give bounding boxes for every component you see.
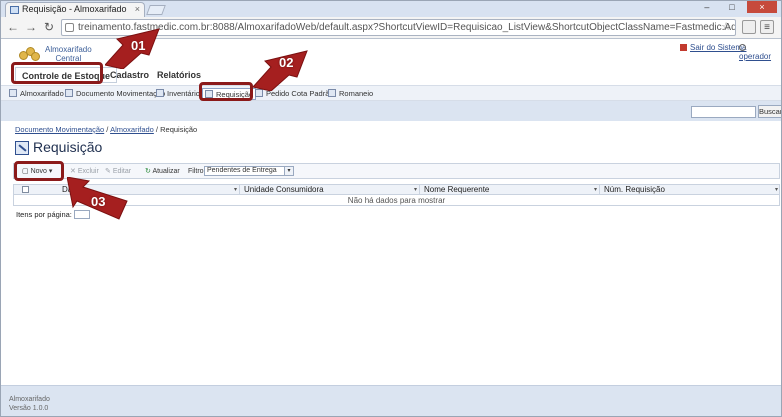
extension-icon[interactable] — [742, 20, 756, 34]
filter-select[interactable]: Pendentes de Entrega ▾ — [204, 166, 294, 176]
submenu-item-romaneio[interactable]: Romaneio — [328, 88, 373, 100]
select-all-checkbox[interactable] — [22, 186, 29, 193]
highlight-box-02 — [199, 82, 253, 101]
column-nome-requerente[interactable]: Nome Requerente ▾ — [420, 185, 600, 195]
menu-relatorios[interactable]: Relatórios — [157, 67, 201, 83]
browser-window: Requisição - Almoxarifado × – □ × ← → ↻ … — [0, 0, 782, 417]
filter-dropdown-icon[interactable]: ▾ — [775, 185, 778, 195]
forward-arrow-icon[interactable]: → — [23, 19, 39, 35]
shipping-icon — [328, 89, 336, 97]
highlight-box-03 — [14, 161, 64, 181]
logout-icon — [680, 44, 687, 51]
breadcrumb: Documento Movimentação / Almoxarifado / … — [15, 125, 198, 134]
requisition-icon — [15, 141, 29, 155]
bookmark-star-icon[interactable]: ☆ — [721, 20, 731, 35]
inventory-icon — [156, 89, 164, 97]
breadcrumb-documento-movimentacao[interactable]: Documento Movimentação — [15, 125, 104, 134]
footer-version: Versão 1.0.0 — [9, 405, 49, 412]
refresh-icon: ↻ — [145, 168, 151, 175]
page-favicon-icon — [10, 6, 19, 14]
column-unidade-consumidora[interactable]: Unidade Consumidora ▾ — [240, 185, 420, 195]
coins-logo-icon — [19, 45, 41, 61]
logout-link[interactable]: Sair do Sistema — [680, 43, 746, 52]
wrench-menu-icon[interactable]: ≡ — [760, 20, 774, 34]
box-icon — [9, 89, 17, 97]
minimize-icon[interactable]: – — [697, 1, 717, 13]
chevron-down-icon: ▾ — [284, 167, 293, 175]
refresh-button[interactable]: ↻ Atualizar — [145, 166, 180, 177]
filter-dropdown-icon[interactable]: ▾ — [414, 185, 417, 195]
callout-label-01: 01 — [131, 38, 146, 53]
user-icon — [739, 44, 746, 51]
url-text: treinamento.fastmedic.com.br:8088/Almoxa… — [78, 22, 736, 33]
page-title: Requisição — [33, 139, 103, 155]
menu-cadastro[interactable]: Cadastro — [110, 67, 149, 83]
delete-button[interactable]: ✕ Excluir — [70, 166, 99, 177]
callout-label-02: 02 — [279, 55, 294, 70]
submenu-item-almoxarifado[interactable]: Almoxarifado — [9, 88, 64, 100]
new-tab-button[interactable] — [146, 5, 166, 15]
search-row — [1, 101, 781, 121]
submenu-item-documento-movimentacao[interactable]: Documento Movimentação — [65, 88, 165, 100]
reload-icon[interactable]: ↻ — [41, 19, 57, 35]
window-controls: – □ × — [695, 1, 777, 15]
filter-label: Filtro — [188, 168, 204, 175]
filter-dropdown-icon[interactable]: ▾ — [234, 185, 237, 195]
tab-strip: Requisição - Almoxarifado × – □ × — [1, 1, 781, 17]
submenu-bar: Almoxarifado Documento Movimentação Inve… — [1, 85, 781, 101]
column-num-requisicao[interactable]: Núm. Requisição ▾ — [600, 185, 780, 195]
breadcrumb-current: Requisição — [160, 125, 198, 134]
tab-title: Requisição - Almoxarifado — [22, 4, 127, 14]
search-input[interactable] — [691, 106, 756, 118]
tab-close-icon[interactable]: × — [135, 3, 140, 16]
maximize-icon[interactable]: □ — [722, 1, 742, 13]
user-link[interactable]: operador — [739, 43, 781, 61]
browser-tab[interactable]: Requisição - Almoxarifado × — [5, 2, 145, 17]
content-area — [1, 121, 781, 385]
filter-dropdown-icon[interactable]: ▾ — [594, 185, 597, 195]
footer: Almoxarifado Versão 1.0.0 — [1, 385, 781, 416]
close-window-icon[interactable]: × — [747, 1, 777, 13]
edit-button[interactable]: ✎ Editar — [105, 166, 131, 177]
page-info-icon — [65, 23, 74, 32]
submenu-item-inventario[interactable]: Inventário — [156, 88, 200, 100]
breadcrumb-almoxarifado[interactable]: Almoxarifado — [110, 125, 154, 134]
highlight-box-01 — [11, 62, 103, 84]
back-arrow-icon[interactable]: ← — [5, 19, 21, 35]
callout-label-03: 03 — [91, 194, 106, 209]
document-icon — [65, 89, 73, 97]
search-button[interactable]: Buscar — [758, 105, 781, 118]
app-name: Almoxarifado Central — [45, 45, 92, 63]
footer-app-name: Almoxarifado — [9, 396, 50, 403]
